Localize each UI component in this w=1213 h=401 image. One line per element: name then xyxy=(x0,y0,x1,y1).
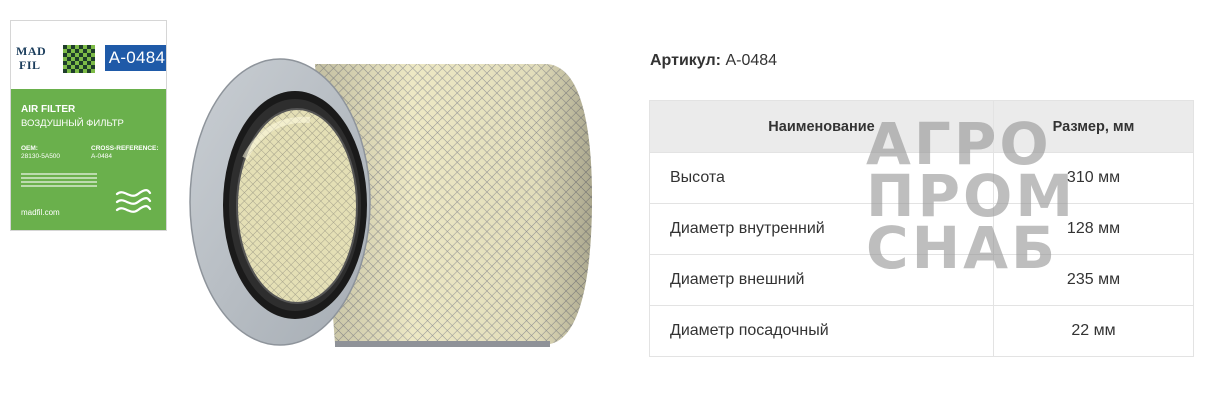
column-header-name: Наименование xyxy=(649,100,994,153)
air-filter-image xyxy=(189,58,592,347)
product-package-image: MAD FIL A-0484 AIR FILTER ВОЗДУШНЫЙ ФИЛЬ… xyxy=(10,20,167,231)
table-row: Высота 310 мм xyxy=(649,152,1194,204)
package-label: AIR FILTER ВОЗДУШНЫЙ ФИЛЬТР OEM: 28130-5… xyxy=(11,89,166,230)
package-cross-value: A-0484 xyxy=(91,153,112,160)
table-header-row: Наименование Размер, мм xyxy=(649,100,1194,153)
row-value-cell: 22 мм xyxy=(993,305,1194,357)
package-oem-value: 28130-5A500 xyxy=(21,153,61,160)
row-name-cell: Диаметр посадочный xyxy=(649,305,994,357)
wave-logo-icon xyxy=(115,189,152,213)
table-row: Диаметр внешний 235 мм xyxy=(649,254,1194,306)
package-header: MAD FIL A-0484 xyxy=(11,21,166,89)
article-label: Артикул: xyxy=(650,52,721,69)
package-fine-print xyxy=(21,173,97,189)
package-cross-label: CROSS-REFERENCE: xyxy=(91,145,159,152)
package-url: madfil.com xyxy=(21,208,60,217)
table-row: Диаметр внутренний 128 мм xyxy=(649,203,1194,255)
package-title-en: AIR FILTER xyxy=(21,104,76,115)
row-name-cell: Диаметр внешний xyxy=(649,254,994,306)
madfil-logo: MAD FIL xyxy=(16,43,102,75)
package-oem-label: OEM: xyxy=(21,145,38,152)
checker-logo-icon xyxy=(63,45,95,73)
package-code-badge: A-0484 xyxy=(105,45,166,71)
row-value-cell: 128 мм xyxy=(993,203,1194,255)
row-value-cell: 310 мм xyxy=(993,152,1194,204)
brand-line-1: MAD xyxy=(16,44,47,58)
spec-table: Наименование Размер, мм Высота 310 мм Ди… xyxy=(649,100,1194,357)
brand-line-2: FIL xyxy=(19,58,41,72)
article-line: Артикул: A-0484 xyxy=(650,52,777,70)
column-header-size: Размер, мм xyxy=(993,100,1194,153)
row-value-cell: 235 мм xyxy=(993,254,1194,306)
table-row: Диаметр посадочный 22 мм xyxy=(649,305,1194,357)
row-name-cell: Диаметр внутренний xyxy=(649,203,994,255)
article-value: A-0484 xyxy=(725,52,778,69)
row-name-cell: Высота xyxy=(649,152,994,204)
package-title-ru: ВОЗДУШНЫЙ ФИЛЬТР xyxy=(21,118,124,129)
